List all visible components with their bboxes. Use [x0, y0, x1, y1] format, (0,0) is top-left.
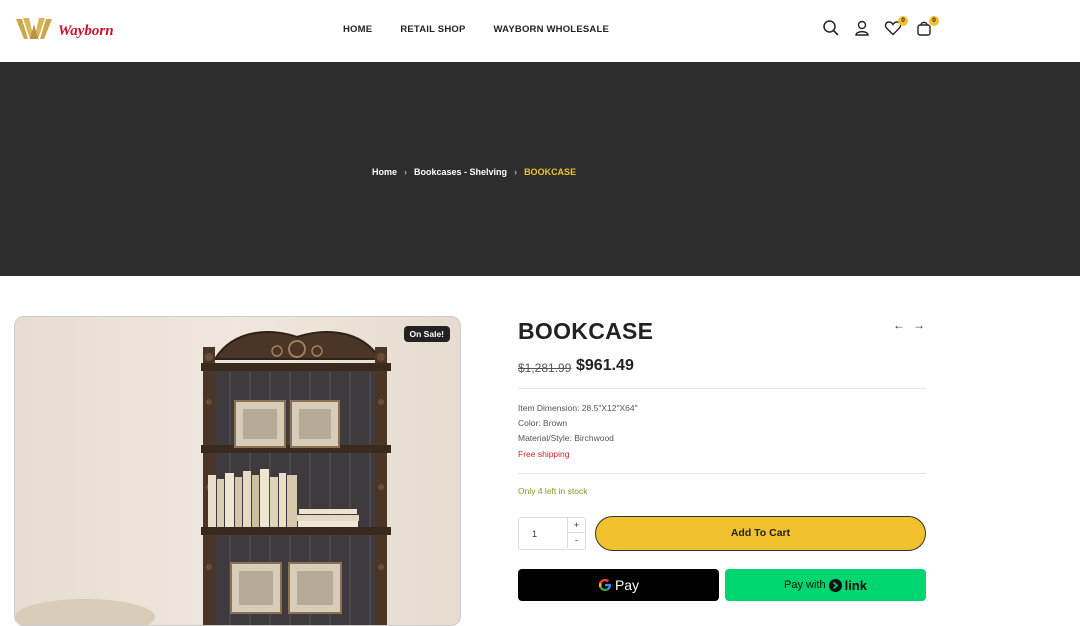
user-icon[interactable]: [853, 19, 871, 37]
header-actions: 0 0: [822, 16, 939, 37]
site-header: Wayborn HOME RETAIL SHOP WAYBORN WHOLESA…: [0, 0, 1080, 62]
quantity-stepper: + -: [518, 517, 586, 550]
product-title: BOOKCASE: [518, 318, 654, 344]
increase-quantity-button[interactable]: +: [567, 518, 585, 533]
divider: [518, 388, 926, 389]
link-pay-button[interactable]: Pay with link: [725, 569, 926, 601]
brand-logo[interactable]: Wayborn: [14, 16, 114, 42]
search-icon[interactable]: [822, 19, 840, 37]
google-pay-label: Pay: [614, 577, 640, 593]
link-arrow-icon: [828, 578, 842, 592]
breadcrumb-home[interactable]: Home: [372, 167, 397, 177]
product-image[interactable]: On Sale!: [14, 316, 461, 626]
free-shipping-note: Free shipping: [518, 449, 570, 459]
breadcrumb-current: BOOKCASE: [524, 167, 577, 177]
wishlist-count-badge: 0: [898, 16, 908, 26]
stock-status: Only 4 left in stock: [518, 486, 588, 496]
spec-dimension: Item Dimension: 28.5"X12"X64": [518, 403, 638, 413]
main-nav: HOME RETAIL SHOP WAYBORN WHOLESALE: [343, 24, 609, 35]
google-pay-button[interactable]: Pay: [518, 569, 719, 601]
arrow-left-icon[interactable]: ←: [893, 318, 905, 332]
heart-icon[interactable]: 0: [884, 16, 908, 37]
quantity-input[interactable]: [519, 518, 567, 549]
add-to-cart-button[interactable]: Add To Cart: [595, 516, 926, 551]
sale-badge: On Sale!: [403, 326, 450, 342]
breadcrumb-chevron-icon: ›: [404, 167, 408, 177]
breadcrumb-chevron-icon: ›: [514, 167, 518, 177]
spec-material: Material/Style: Birchwood: [518, 433, 614, 443]
product-nav-arrows: ← →: [893, 318, 925, 332]
spec-color: Color: Brown: [518, 418, 568, 428]
breadcrumb: Home › Bookcases - Shelving › BOOKCASE: [372, 167, 576, 177]
cart-count-badge: 0: [929, 16, 939, 26]
nav-retail-shop[interactable]: RETAIL SHOP: [400, 24, 465, 35]
decrease-quantity-button[interactable]: -: [567, 533, 585, 548]
sale-price: $961.49: [576, 357, 634, 374]
old-price: $1,281.99: [518, 361, 572, 375]
cart-icon[interactable]: 0: [915, 16, 939, 37]
link-pay-word: link: [844, 577, 867, 593]
nav-wholesale[interactable]: WAYBORN WHOLESALE: [494, 24, 609, 35]
bookcase-photo: [15, 331, 391, 625]
google-g-icon: [598, 579, 611, 591]
page-hero: Home › Bookcases - Shelving › BOOKCASE: [0, 62, 1080, 276]
divider: [518, 473, 926, 474]
arrow-right-icon[interactable]: →: [913, 318, 925, 332]
brand-name: Wayborn: [58, 22, 114, 39]
nav-home[interactable]: HOME: [343, 24, 372, 35]
link-pay-prefix: Pay with: [784, 579, 826, 591]
logo-icon: [16, 18, 52, 39]
breadcrumb-category[interactable]: Bookcases - Shelving: [414, 167, 507, 177]
